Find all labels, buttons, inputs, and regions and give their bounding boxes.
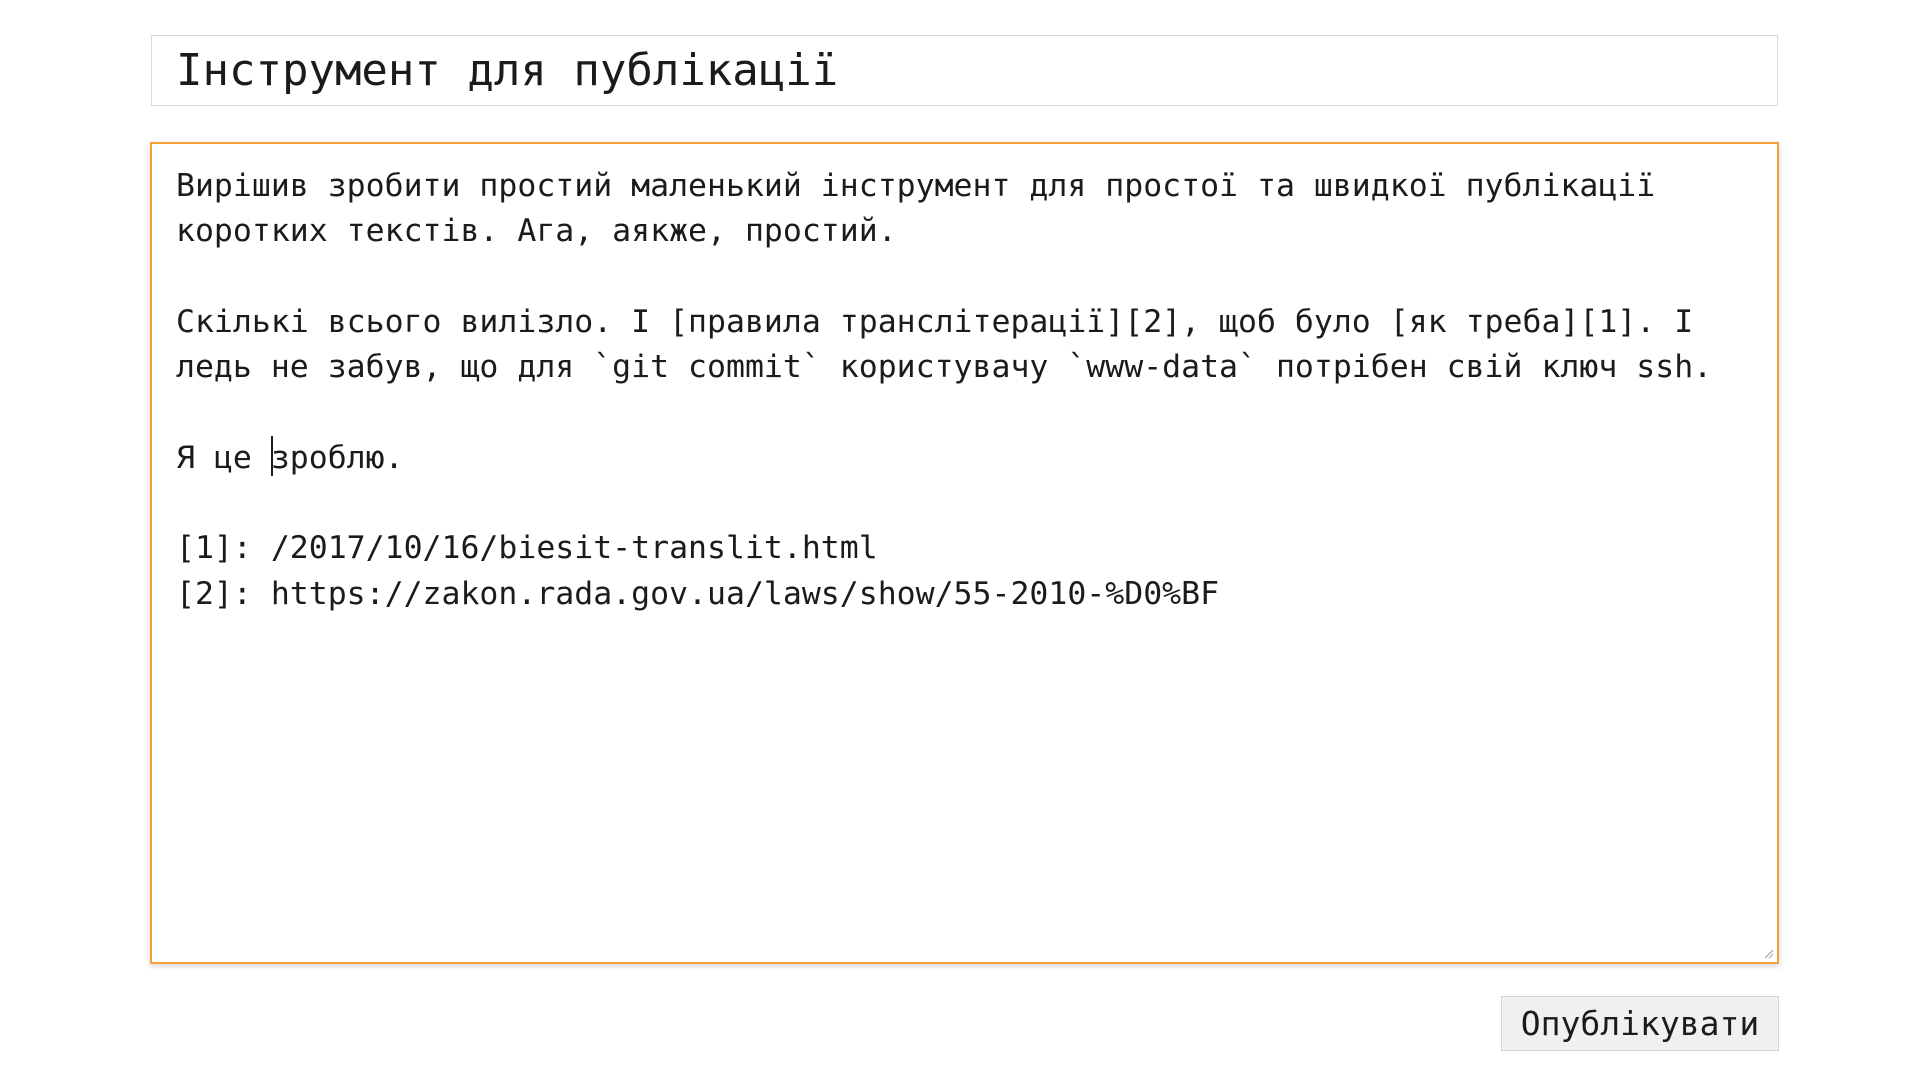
reference-link-2: [2]: https://zakon.rada.gov.ua/laws/show… [176,575,1220,612]
body-textarea[interactable]: Вирішив зробити простий маленький інстру… [150,142,1779,964]
body-text-after-caret: зроблю. [270,439,404,476]
reference-link-1: [1]: /2017/10/16/biesit-translit.html [176,530,878,567]
title-input[interactable] [151,35,1778,106]
body-paragraph-2: Скількі всього вилізло. І [правила транс… [176,303,1713,386]
body-text-before-caret: Я це [176,439,271,476]
body-paragraph-1: Вирішив зробити простий маленький інстру… [176,168,1675,250]
resize-grip-icon[interactable] [1762,947,1774,959]
publish-button[interactable]: Опублікувати [1501,996,1779,1051]
body-paragraph-3: Я це зроблю. [176,435,1753,481]
